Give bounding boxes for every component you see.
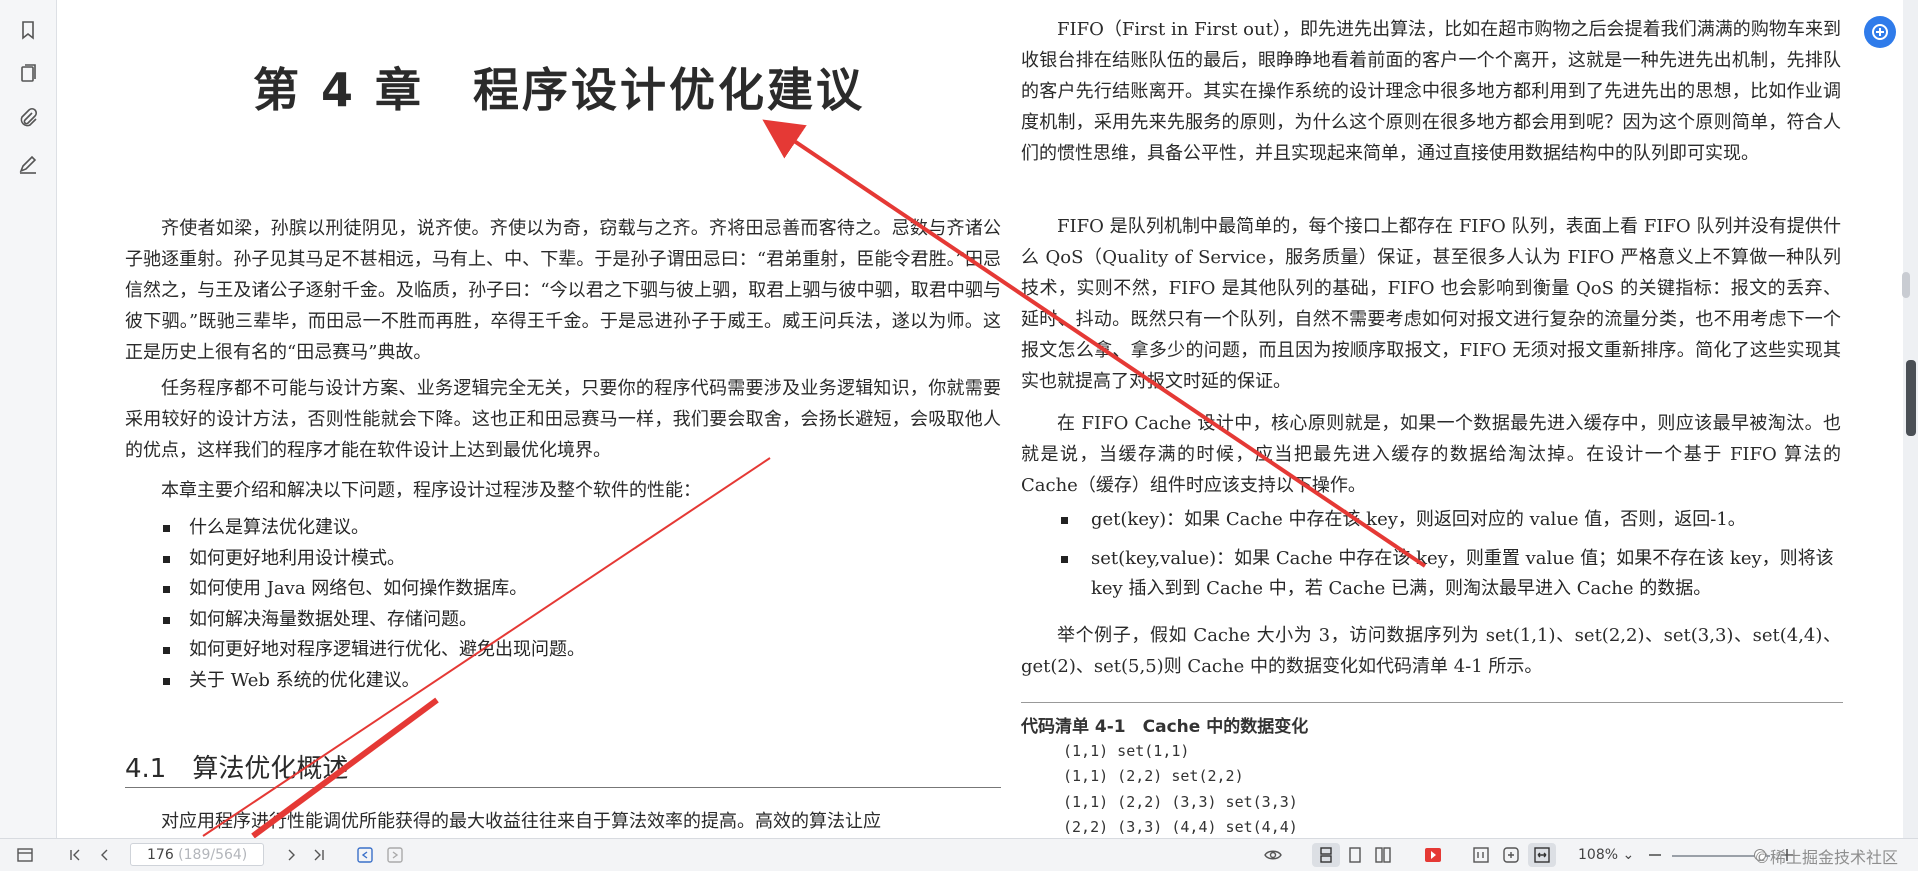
signature-icon[interactable]	[16, 152, 40, 176]
thumbnails-icon[interactable]	[16, 62, 40, 86]
sidebar-toggle-icon[interactable]	[16, 846, 34, 864]
section-heading: 4.1 算法优化概述	[125, 748, 1001, 788]
page-detail: (189/564)	[173, 847, 248, 863]
code-line: (1,1) (2,2) set(2,2)	[1063, 767, 1244, 785]
page-number-input[interactable]: 176 (189/564)	[130, 843, 264, 866]
code-line: (2,2) (3,3) (4,4) set(4,4)	[1063, 818, 1298, 836]
first-page-icon[interactable]	[66, 846, 84, 864]
actual-size-icon[interactable]	[1472, 846, 1490, 864]
list-item: 如何解决海量数据处理、存储问题。	[163, 605, 585, 636]
paragraph-3: 本章主要介绍和解决以下问题，程序设计过程涉及整个软件的性能：	[161, 480, 701, 501]
intro-paragraph: 齐使者如梁，孙膑以刑徒阴见，说齐使。齐使以为奇，窃载与之齐。齐将田忌善而客待之。…	[125, 218, 1001, 363]
next-page-icon[interactable]	[282, 846, 300, 864]
divider	[1021, 702, 1843, 703]
document-view[interactable]: 第 4 章 程序设计优化建议 齐使者如梁，孙膑以刑徒阴见，说齐使。齐使以为奇，窃…	[57, 0, 1903, 838]
list-item: 关于 Web 系统的优化建议。	[163, 666, 585, 697]
watermark: ©稀土掘金技术社区	[1754, 848, 1899, 867]
fit-width-icon[interactable]	[1533, 846, 1551, 864]
two-page-icon[interactable]	[1374, 846, 1392, 864]
attachment-icon[interactable]	[16, 106, 40, 130]
fifo-paragraph-3: 在 FIFO Cache 设计中，核心原则就是，如果一个数据最先进入缓存中，则应…	[1021, 413, 1841, 496]
list-item: 如何更好地利用设计模式。	[163, 544, 585, 575]
list-item: 如何使用 Java 网络包、如何操作数据库。	[163, 574, 585, 605]
section-paragraph: 对应用程序进行性能调优所能获得的最大收益往往来自于算法效率的提高。高效的算法让应	[161, 811, 881, 832]
last-page-icon[interactable]	[310, 846, 328, 864]
list-item: 什么是算法优化建议。	[163, 513, 585, 544]
code-caption: 代码清单 4-1 Cache 中的数据变化	[1021, 717, 1309, 737]
list-item: 如何更好地对程序逻辑进行优化、避免出现问题。	[163, 635, 585, 666]
list-item: get(key)：如果 Cache 中存在该 key，则返回对应的 value …	[1061, 505, 1855, 535]
scrollbar-thumb[interactable]	[1902, 272, 1910, 298]
fifo-paragraph-2: FIFO 是队列机制中最简单的，每个接口上都存在 FIFO 队列，表面上看 FI…	[1021, 216, 1841, 392]
chevron-down-icon: ⌄	[1622, 847, 1635, 863]
chapter-title: 第 4 章 程序设计优化建议	[253, 63, 866, 117]
left-bullet-list: 什么是算法优化建议。 如何更好地利用设计模式。 如何使用 Java 网络包、如何…	[163, 513, 585, 696]
prev-page-icon[interactable]	[96, 846, 114, 864]
code-line: (1,1) set(1,1)	[1063, 742, 1190, 760]
right-bullet-list: get(key)：如果 Cache 中存在该 key，则返回对应的 value …	[1061, 505, 1855, 613]
single-page-icon[interactable]	[1346, 846, 1364, 864]
paragraph-2: 任务程序都不可能与设计方案、业务逻辑完全无关，只要你的程序代码需要涉及业务逻辑知…	[125, 378, 1001, 461]
zoom-level[interactable]: 108% ⌄	[1578, 847, 1634, 863]
code-line: (1,1) (2,2) (3,3) set(3,3)	[1063, 793, 1298, 811]
page-current: 176	[147, 847, 174, 863]
list-item: set(key,value)：如果 Cache 中存在该 key，则重置 val…	[1061, 544, 1855, 604]
eye-care-icon[interactable]	[1264, 846, 1282, 864]
zoom-value: 108%	[1578, 847, 1619, 863]
scroll-marker	[1906, 360, 1916, 436]
fifo-paragraph-1: FIFO（First in First out），即先进先出算法，比如在超市购物…	[1021, 19, 1841, 164]
assistant-button[interactable]	[1864, 16, 1896, 48]
continuous-view-icon[interactable]	[1317, 846, 1335, 864]
bottom-toolbar: 176 (189/564) 108% ⌄ ©稀土掘金技术社区	[0, 838, 1918, 871]
left-toolbar	[0, 0, 57, 838]
zoom-out-icon[interactable]	[1646, 846, 1664, 864]
forward-icon[interactable]	[386, 846, 404, 864]
presentation-icon[interactable]	[1424, 846, 1442, 864]
page-right: FIFO（First in First out），即先进先出算法，比如在超市购物…	[969, 0, 1903, 838]
fit-page-icon[interactable]	[1502, 846, 1520, 864]
bookmark-icon[interactable]	[16, 18, 40, 42]
back-icon[interactable]	[356, 846, 374, 864]
fifo-paragraph-4: 举个例子，假如 Cache 大小为 3，访问数据序列为 set(1,1)、set…	[1021, 625, 1841, 677]
page-left: 第 4 章 程序设计优化建议 齐使者如梁，孙膑以刑徒阴见，说齐使。齐使以为奇，窃…	[57, 0, 1001, 838]
